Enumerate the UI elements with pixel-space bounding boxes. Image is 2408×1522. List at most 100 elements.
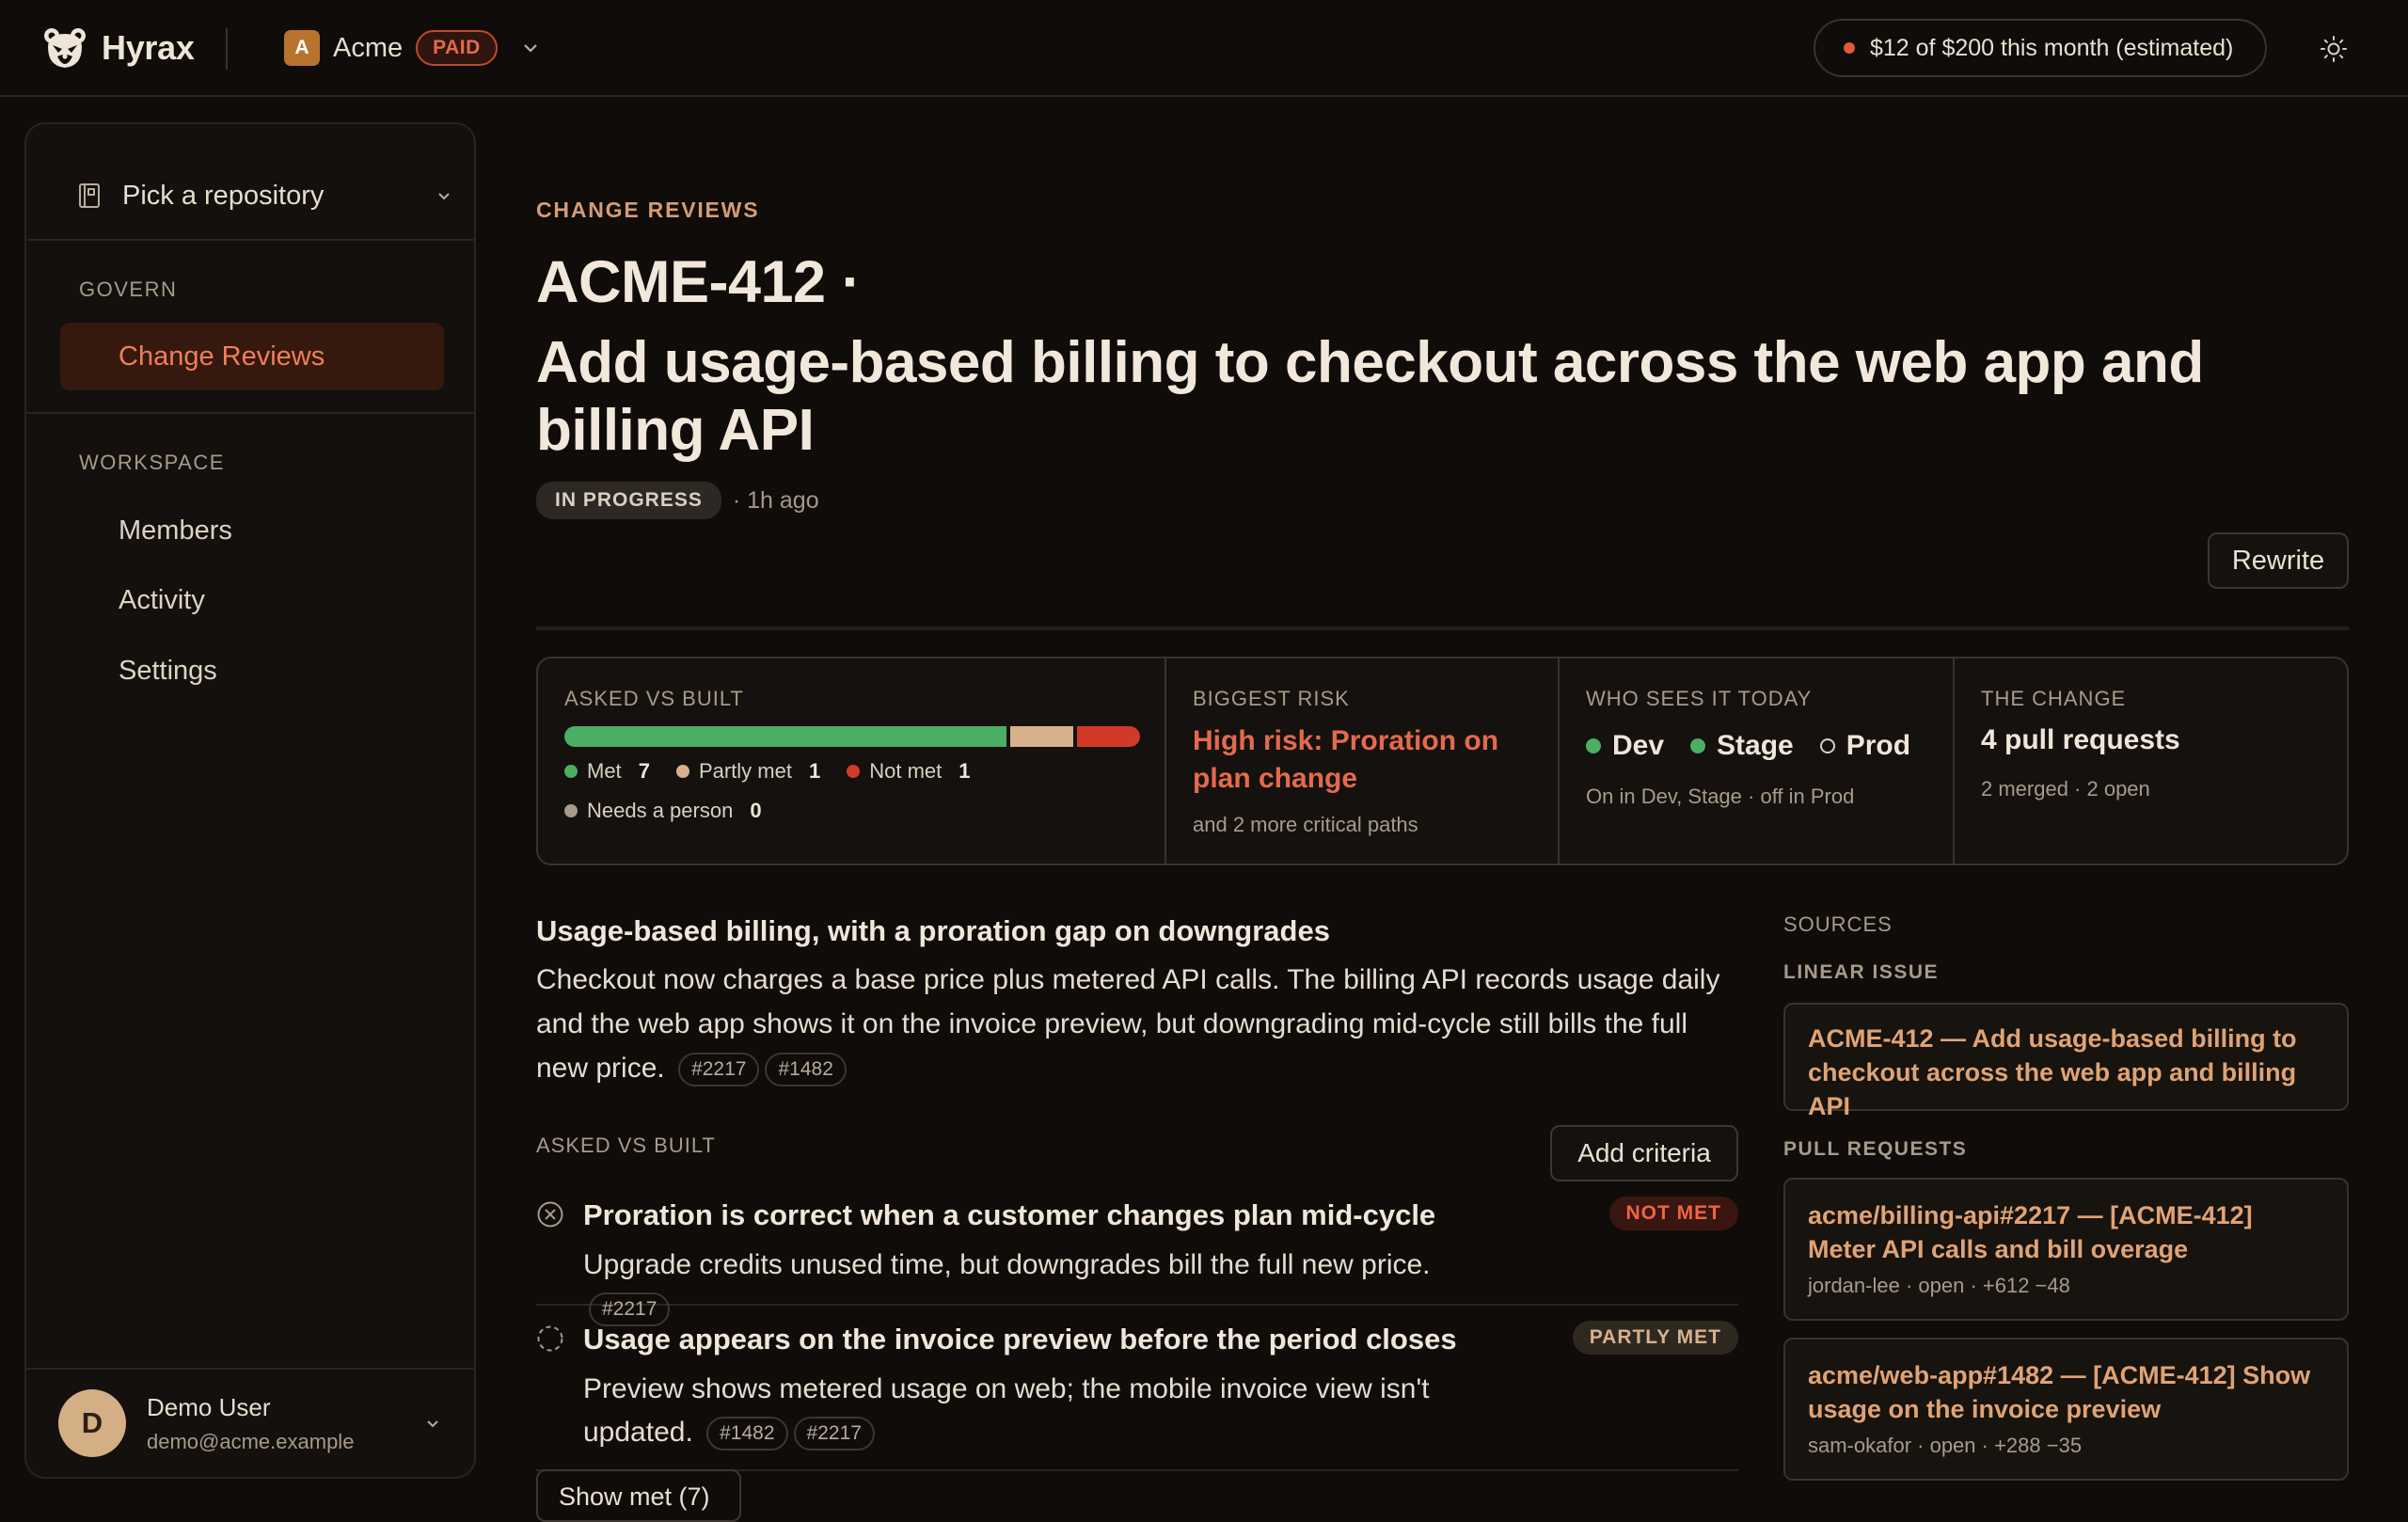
pr-chip[interactable]: #2217 — [678, 1053, 760, 1087]
legend-label: Partly met — [698, 759, 792, 783]
linear-issue-card[interactable]: ACME-412 — Add usage-based billing to ch… — [1783, 1003, 2349, 1120]
pull-request-card[interactable]: acme/web-app#1482 — [ACME-412] Show usag… — [1783, 1338, 2349, 1481]
card-label: BIGGEST RISK — [1193, 687, 1350, 710]
biggest-risk-card[interactable]: BIGGEST RISK High risk: Proration on pla… — [1166, 658, 1558, 864]
pull-request-card[interactable]: acme/billing-api#2217 — [ACME-412] Meter… — [1783, 1178, 2349, 1321]
user-menu[interactable]: D Demo User demo@acme.example — [26, 1368, 474, 1477]
chevron-down-icon — [523, 44, 537, 53]
sidebar-section-govern: GOVERN — [79, 277, 178, 301]
change-title: 4 pull requests — [1981, 724, 2180, 755]
x-circle-icon — [537, 1201, 563, 1228]
header-divider — [226, 28, 228, 70]
card-label: ASKED VS BUILT — [564, 687, 744, 710]
show-met-button[interactable]: Show met (7) — [536, 1469, 741, 1522]
sidebar-section-workspace: WORKSPACE — [79, 451, 225, 474]
chevron-down-icon — [427, 1420, 438, 1428]
who-sees-it-card: WHO SEES IT TODAY Dev Stage Prod On in D… — [1560, 658, 1953, 864]
sidebar-divider — [26, 412, 474, 414]
sun-icon — [2321, 36, 2347, 62]
rewrite-button[interactable]: Rewrite — [2208, 532, 2349, 589]
env-subtext: On in Dev, Stage · off in Prod — [1586, 785, 1855, 808]
criteria-text: Upgrade credits unused time, but downgra… — [583, 1249, 1431, 1280]
change-subtext: 2 merged · 2 open — [1981, 777, 2150, 801]
env-label: Prod — [1846, 730, 1911, 761]
repository-picker[interactable]: Pick a repository — [77, 162, 453, 230]
theme-toggle-button[interactable] — [2316, 31, 2352, 67]
plan-badge: PAID — [416, 30, 498, 66]
status-row: IN PROGRESS · 1h ago — [536, 482, 819, 519]
repository-icon — [79, 183, 100, 208]
risk-subtext: and 2 more critical paths — [1193, 813, 1418, 836]
sources-label: SOURCES — [1783, 912, 1893, 936]
environment-list: Dev Stage Prod — [1586, 730, 1910, 762]
pull-request-title: acme/web-app#1482 — [ACME-412] Show usag… — [1808, 1361, 2311, 1423]
legend-met: Met 7 — [564, 758, 650, 785]
sidebar-divider — [26, 239, 474, 241]
app-name: Hyrax — [102, 28, 195, 67]
pr-chip[interactable]: #1482 — [765, 1053, 847, 1087]
sidebar-item-members[interactable]: Members — [60, 497, 444, 564]
dashed-circle-icon — [537, 1325, 563, 1352]
budget-status-dot — [1844, 42, 1855, 54]
env-dev: Dev — [1586, 730, 1664, 762]
org-name: Acme — [333, 32, 404, 63]
pr-chip[interactable]: #1482 — [706, 1417, 788, 1451]
env-on-dot — [1690, 738, 1706, 753]
legend-label: Needs a person — [587, 799, 734, 822]
section-divider — [536, 626, 2349, 630]
sidebar-item-settings[interactable]: Settings — [60, 637, 444, 705]
app-logo[interactable]: Hyrax — [41, 24, 195, 71]
user-email: demo@acme.example — [147, 1429, 355, 1453]
sidebar-item-change-reviews[interactable]: Change Reviews — [60, 323, 444, 390]
progress-met — [564, 726, 1006, 747]
ticket-id: ACME-412 · — [536, 249, 862, 315]
criteria-body: Upgrade credits unused time, but downgra… — [583, 1244, 1524, 1330]
add-criteria-button[interactable]: Add criteria — [1550, 1125, 1738, 1181]
summary-body: Checkout now charges a base price plus m… — [536, 958, 1721, 1090]
criteria-section-label: ASKED VS BUILT — [536, 1134, 716, 1157]
avatar: D — [58, 1389, 126, 1457]
legend-dot — [675, 765, 689, 778]
card-label: WHO SEES IT TODAY — [1586, 687, 1813, 710]
asked-vs-built-card: ASKED VS BUILT Met 7 Partly met 1 Not met 1… — [538, 658, 1164, 864]
criteria-item[interactable]: Usage appears on the invoice preview bef… — [536, 1321, 1738, 1471]
legend-not-met: Not met 1 — [847, 758, 971, 785]
status-badge: IN PROGRESS — [536, 482, 721, 519]
budget-indicator[interactable]: $12 of $200 this month (estimated) — [1814, 19, 2267, 77]
criteria-title: Usage appears on the invoice preview bef… — [583, 1323, 1457, 1356]
the-change-card[interactable]: THE CHANGE 4 pull requests 2 merged · 2 … — [1955, 658, 2348, 864]
legend-dot — [564, 804, 578, 817]
criteria-progress-bar — [564, 726, 1140, 747]
summary-cards: ASKED VS BUILT Met 7 Partly met 1 Not met 1… — [536, 657, 2349, 865]
sidebar-item-activity[interactable]: Activity — [60, 566, 444, 634]
sidebar: Pick a repository GOVERN Change Reviews … — [24, 122, 476, 1479]
pull-requests-label: PULL REQUESTS — [1783, 1138, 1968, 1160]
pull-request-meta: jordan-lee · open · +612 −48 — [1808, 1274, 2070, 1297]
progress-not-met — [1076, 726, 1140, 747]
legend-dot — [564, 765, 578, 778]
legend-count: 0 — [750, 799, 762, 822]
breadcrumb: CHANGE REVIEWS — [536, 198, 760, 222]
legend-count: 1 — [958, 759, 971, 783]
risk-title: High risk: Proration on plan change — [1193, 725, 1499, 794]
status-badge: NOT MET — [1608, 1197, 1738, 1230]
org-avatar: A — [284, 30, 320, 66]
linear-issue-title: ACME-412 — Add usage-based billing to ch… — [1808, 1024, 2297, 1120]
env-prod: Prod — [1819, 730, 1911, 762]
criteria-item[interactable]: Proration is correct when a customer cha… — [536, 1197, 1738, 1327]
top-bar: Hyrax A Acme PAID $12 of $200 this month… — [0, 0, 2408, 97]
criteria-title: Proration is correct when a customer cha… — [583, 1198, 1436, 1231]
org-switcher[interactable]: A Acme PAID — [284, 30, 541, 66]
progress-legend: Met 7 Partly met 1 Not met 1 Needs a person… — [564, 758, 1148, 824]
user-name: Demo User — [147, 1392, 271, 1421]
pr-chip[interactable]: #2217 — [793, 1417, 875, 1451]
repository-picker-label: Pick a repository — [122, 180, 325, 211]
env-label: Stage — [1717, 730, 1794, 761]
legend-dot — [847, 765, 861, 778]
chevron-down-icon — [438, 193, 450, 200]
legend-count: 1 — [808, 759, 821, 783]
bear-logo-icon — [44, 28, 86, 68]
legend-needs-person: Needs a person 0 — [564, 798, 1129, 824]
status-badge: PARTLY MET — [1572, 1321, 1738, 1355]
card-label: THE CHANGE — [1981, 687, 2127, 710]
